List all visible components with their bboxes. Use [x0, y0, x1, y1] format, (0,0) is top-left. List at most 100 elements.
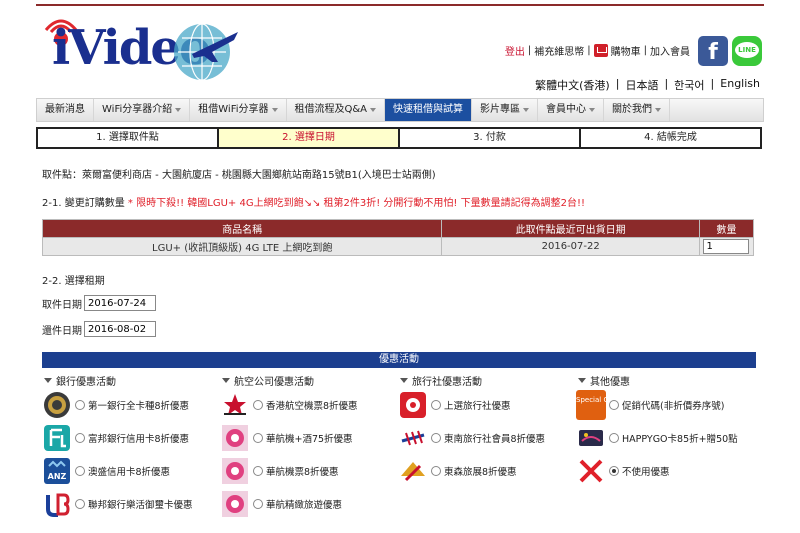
promo-item[interactable]: 華航機票8折優惠: [220, 454, 398, 487]
promo-notice: * 限時下殺!! 韓國LGU+ 4G上網吃到飽↘↘ 租第2件3折! 分開行動不用…: [127, 198, 585, 209]
top-border: [36, 4, 764, 6]
pickup-date-label: 取件日期: [42, 299, 82, 311]
lang-en[interactable]: English: [720, 77, 760, 93]
promo-column-bank: 銀行優惠活動 第一銀行全卡種8折優惠 富邦銀行信用卡8折優惠 ANZ 澳盛信用卡…: [42, 372, 220, 532]
lang-separator: |: [710, 77, 715, 90]
link-separator: |: [587, 45, 591, 56]
promo-label: 富邦銀行信用卡8折優惠: [88, 433, 190, 445]
promo-item[interactable]: 第一銀行全卡種8折優惠: [42, 388, 220, 421]
promo-item[interactable]: 香港航空機票8折優惠: [220, 388, 398, 421]
facebook-icon[interactable]: f: [698, 36, 728, 66]
promo-label: 華航機+酒75折優惠: [266, 433, 353, 445]
promo-radio[interactable]: [431, 399, 441, 410]
hong-kong-airlines-icon: [224, 393, 246, 415]
return-date-input[interactable]: [84, 321, 156, 337]
nav-label: 快速租借與試算: [393, 104, 464, 115]
promo-label: 香港航空機票8折優惠: [266, 400, 358, 412]
return-date-label: 還件日期: [42, 325, 82, 337]
promo-column-airline: 航空公司優惠活動 香港航空機票8折優惠 華航機+酒75折優惠 華航機票8折優惠 …: [220, 372, 398, 532]
promo-radio[interactable]: [609, 399, 619, 410]
line-icon[interactable]: LINE: [732, 36, 762, 66]
promo-radio[interactable]: [75, 498, 85, 509]
promo-item[interactable]: ANZ 澳盛信用卡8折優惠: [42, 454, 220, 487]
promo-label: 華航精緻旅遊優惠: [266, 499, 343, 511]
china-airlines-icon: [222, 490, 248, 517]
china-airlines-icon: [222, 457, 248, 484]
lang-separator: |: [664, 77, 669, 90]
promo-radio[interactable]: [75, 465, 85, 476]
promo-radio[interactable]: [253, 498, 263, 509]
language-bar: 繁體中文(香港) | 日本語 | 한국어 | English: [535, 77, 760, 93]
travel-agency-icon: [400, 391, 426, 418]
nav-videos[interactable]: 影片專區: [472, 99, 539, 121]
nav-rent-wifi[interactable]: 租借WiFi分享器: [190, 99, 287, 121]
quantity-cell: [698, 237, 755, 256]
nav-member-center[interactable]: 會員中心: [538, 99, 605, 121]
promotions-columns: 銀行優惠活動 第一銀行全卡種8折優惠 富邦銀行信用卡8折優惠 ANZ 澳盛信用卡…: [42, 372, 756, 532]
step-payment[interactable]: 3. 付款: [398, 127, 581, 149]
lang-ko[interactable]: 한국어: [674, 77, 704, 93]
col-ship-date: 此取件點最近可出貨日期: [441, 219, 700, 238]
logout-link[interactable]: 登出: [505, 43, 525, 58]
promo-radio[interactable]: [253, 465, 263, 476]
promo-item[interactable]: HAPPYGO卡85折+贈50點: [576, 421, 754, 454]
step-select-date[interactable]: 2. 選擇日期: [217, 127, 400, 149]
promo-item[interactable]: 東南旅行社會員8折優惠: [398, 421, 576, 454]
happygo-card-icon: [579, 429, 603, 446]
promo-radio[interactable]: [75, 399, 85, 410]
triangle-down-icon: [222, 377, 230, 383]
line-label: LINE: [735, 42, 759, 58]
promo-radio[interactable]: [431, 432, 441, 443]
promo-radio[interactable]: [253, 432, 263, 443]
main-nav: 最新消息 WiFi分享器介紹 租借WiFi分享器 租借流程及Q&A 快速租借與試…: [36, 98, 764, 122]
product-name: LGU+ (收訊頂級版) 4G LTE 上網吃到飽: [41, 237, 443, 256]
nav-label: 關於我們: [612, 104, 653, 115]
lang-ja[interactable]: 日本語: [625, 77, 658, 93]
ivideo-logo[interactable]: iVideo: [40, 10, 250, 86]
promo-item[interactable]: 富邦銀行信用卡8折優惠: [42, 421, 220, 454]
nav-wifi-intro[interactable]: WiFi分享器介紹: [94, 99, 191, 121]
nav-news[interactable]: 最新消息: [37, 99, 94, 121]
promo-item[interactable]: Special Offer 促銷代碼(非折價券序號): [576, 388, 754, 421]
return-date-row: 還件日期: [42, 321, 156, 337]
table-row: LGU+ (收訊頂級版) 4G LTE 上網吃到飽 2016-07-22: [41, 237, 755, 256]
first-bank-icon: [44, 391, 70, 418]
promo-item[interactable]: 華航精緻旅遊優惠: [220, 487, 398, 520]
promo-radio[interactable]: [609, 432, 619, 443]
promo-column-other: 其他優惠 Special Offer 促銷代碼(非折價券序號) HAPPYGO卡…: [576, 372, 754, 532]
nav-label: 最新消息: [45, 104, 85, 115]
section-rental-period-title: 2-2. 選擇租期: [42, 276, 105, 287]
promo-item[interactable]: 華航機+酒75折優惠: [220, 421, 398, 454]
recharge-link[interactable]: 補充維思幣: [534, 43, 584, 58]
triangle-down-icon: [44, 377, 52, 383]
promo-label: 東南旅行社會員8折優惠: [444, 433, 546, 445]
pickup-date-input[interactable]: [84, 295, 156, 311]
promo-radio[interactable]: [609, 465, 619, 476]
promo-radio[interactable]: [75, 432, 85, 443]
cart-icon[interactable]: [593, 44, 608, 57]
promo-label: 澳盛信用卡8折優惠: [88, 466, 171, 478]
step-complete[interactable]: 4. 結帳完成: [579, 127, 762, 149]
nav-about[interactable]: 關於我們: [604, 99, 671, 121]
cart-link[interactable]: 購物車: [611, 43, 641, 58]
section-quantity: 2-1. 變更訂購數量 * 限時下殺!! 韓國LGU+ 4G上網吃到飽↘↘ 租第…: [42, 194, 585, 209]
nav-label: 影片專區: [480, 104, 521, 115]
join-member-link[interactable]: 加入會員: [650, 43, 690, 58]
promo-radio[interactable]: [431, 465, 441, 476]
anz-bank-icon: ANZ: [44, 457, 70, 484]
promo-item[interactable]: 東森旅展8折優惠: [398, 454, 576, 487]
step-select-pickup[interactable]: 1. 選擇取件點: [36, 127, 219, 149]
lang-zh-hk[interactable]: 繁體中文(香港): [535, 77, 610, 93]
caret-down-icon: [523, 108, 530, 112]
checkout-steps: 1. 選擇取件點 2. 選擇日期 3. 付款 4. 結帳完成: [36, 127, 762, 149]
promo-column-title: 其他優惠: [576, 372, 754, 388]
promo-item[interactable]: 聯邦銀行樂活御璽卡優惠: [42, 487, 220, 520]
nav-process-qa[interactable]: 租借流程及Q&A: [287, 99, 386, 121]
promo-item[interactable]: 上選旅行社優惠: [398, 388, 576, 421]
promo-item[interactable]: 不使用優惠: [576, 454, 754, 487]
promo-label: 聯邦銀行樂活御璽卡優惠: [88, 499, 193, 511]
nav-quick-rent[interactable]: 快速租借與試算: [385, 99, 473, 121]
pickup-location: 取件點：萊爾富便利商店 - 大園航廈店 - 桃園縣大園鄉航站南路15號B1(入境…: [42, 170, 436, 181]
quantity-input[interactable]: [703, 239, 750, 254]
promo-radio[interactable]: [253, 399, 263, 410]
